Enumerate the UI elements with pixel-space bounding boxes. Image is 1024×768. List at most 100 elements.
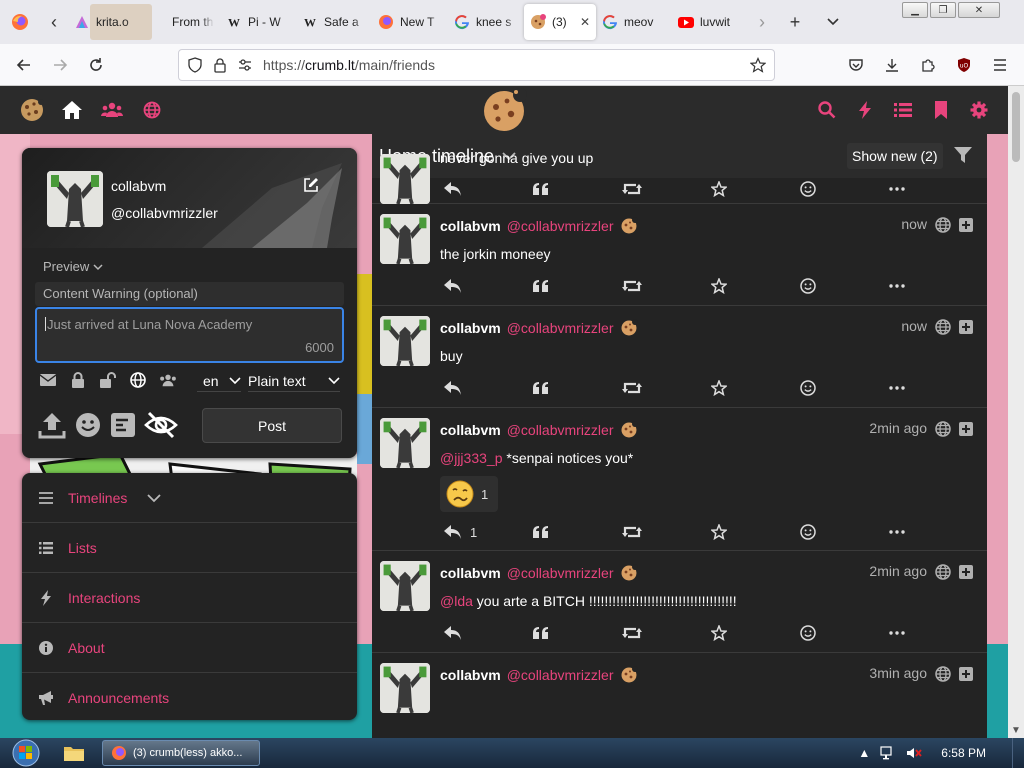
users-icon[interactable]: [92, 86, 132, 134]
quote-button[interactable]: [533, 183, 622, 195]
post-button[interactable]: Post: [202, 408, 342, 443]
reply-button[interactable]: [444, 182, 533, 196]
browser-tab[interactable]: W Pi - W: [220, 4, 296, 40]
browser-tab[interactable]: knee s: [448, 4, 524, 40]
status-avatar[interactable]: [380, 214, 430, 264]
status-avatar[interactable]: [380, 316, 430, 366]
globe-icon[interactable]: [132, 86, 172, 134]
browser-tab[interactable]: From the: [144, 4, 220, 40]
status-item[interactable]: collabvm @collabvmrizzler 2min ago @jjj333_…: [372, 408, 987, 551]
browser-tab[interactable]: New T: [372, 4, 448, 40]
tabs-scroll-right-button[interactable]: ›: [748, 0, 776, 44]
reply-button[interactable]: [444, 626, 533, 640]
minimize-button[interactable]: ▁: [902, 2, 928, 18]
bookmark-star-icon[interactable]: [750, 57, 766, 73]
favorite-button[interactable]: [711, 524, 800, 540]
expand-plus-icon[interactable]: [959, 320, 973, 334]
url-text[interactable]: https://crumb.lt/main/friends: [263, 57, 740, 73]
more-options-button[interactable]: [889, 187, 919, 191]
tray-expand-icon[interactable]: ▲: [858, 746, 870, 760]
status-avatar[interactable]: [380, 561, 430, 611]
favorite-button[interactable]: [711, 278, 800, 294]
home-icon[interactable]: [52, 86, 92, 134]
globe-icon[interactable]: [129, 372, 147, 388]
browser-tab[interactable]: luvwit: [672, 4, 748, 40]
status-timestamp[interactable]: 2min ago: [869, 563, 927, 579]
expand-plus-icon[interactable]: [959, 667, 973, 681]
user-avatar[interactable]: [47, 171, 103, 227]
language-select[interactable]: en: [197, 370, 241, 392]
page-scrollbar[interactable]: ▼: [1008, 86, 1024, 738]
browser-tab[interactable]: W Safe a: [296, 4, 372, 40]
browser-tab[interactable]: krita.o: [68, 4, 144, 40]
more-options-button[interactable]: [889, 631, 919, 635]
volume-muted-icon[interactable]: [906, 746, 922, 760]
site-logo-cookie-icon[interactable]: [480, 87, 528, 133]
chevron-down-icon[interactable]: [147, 493, 162, 503]
status-timestamp[interactable]: now: [901, 318, 927, 334]
downloads-icon[interactable]: [874, 44, 910, 86]
status-item[interactable]: collabvm @collabvmrizzler now buy: [372, 306, 987, 408]
file-explorer-taskbar-icon[interactable]: [52, 740, 96, 766]
status-author[interactable]: collabvm @collabvmrizzler: [440, 563, 638, 581]
forward-button[interactable]: [42, 44, 78, 86]
nav-item-timelines[interactable]: Timelines: [22, 473, 357, 523]
status-text-input[interactable]: Just arrived at Luna Nova Academy 6000: [35, 307, 344, 363]
status-avatar[interactable]: [380, 663, 430, 713]
status-author[interactable]: collabvm @collabvmrizzler: [440, 665, 638, 683]
system-clock[interactable]: 6:58 PM: [941, 746, 986, 760]
quote-button[interactable]: [533, 382, 622, 394]
status-author-handle[interactable]: @collabvmrizzler: [507, 565, 614, 581]
tabs-scroll-left-button[interactable]: ‹: [40, 0, 68, 44]
more-options-button[interactable]: [889, 284, 919, 288]
boost-button[interactable]: [622, 182, 711, 196]
permissions-icon[interactable]: [237, 57, 253, 73]
quote-button[interactable]: [533, 280, 622, 292]
expand-plus-icon[interactable]: [959, 218, 973, 232]
status-author-handle[interactable]: @collabvmrizzler: [507, 218, 614, 234]
new-tab-button[interactable]: +: [776, 12, 814, 33]
hamburger-menu-icon[interactable]: [982, 44, 1018, 86]
status-item[interactable]: never gonna give you up: [372, 134, 987, 204]
scroll-down-arrow-icon[interactable]: ▼: [1011, 725, 1021, 736]
react-button[interactable]: [800, 380, 889, 396]
status-author[interactable]: collabvm @collabvmrizzler: [440, 420, 638, 438]
address-bar[interactable]: https://crumb.lt/main/friends: [178, 49, 775, 81]
quote-button[interactable]: [533, 526, 622, 538]
close-tab-icon[interactable]: ✕: [580, 15, 590, 29]
nav-item-interactions[interactable]: Interactions: [22, 573, 357, 623]
browser-tab[interactable]: (3) ✕: [524, 4, 596, 40]
react-button[interactable]: [800, 278, 889, 294]
emoji-reaction-button[interactable]: 1: [440, 476, 498, 512]
reply-button[interactable]: [444, 279, 533, 293]
restore-button[interactable]: ❐: [930, 2, 956, 18]
nav-item-about[interactable]: About: [22, 623, 357, 673]
reply-button[interactable]: [444, 381, 533, 395]
status-author[interactable]: collabvm @collabvmrizzler: [440, 216, 638, 234]
status-item[interactable]: collabvm @collabvmrizzler 2min ago @lda you…: [372, 551, 987, 653]
edit-profile-icon[interactable]: [303, 177, 319, 193]
poll-icon[interactable]: [110, 412, 136, 438]
boost-button[interactable]: [622, 626, 711, 640]
site-cookie-icon[interactable]: [12, 86, 52, 134]
ublock-icon[interactable]: uO: [946, 44, 982, 86]
status-item[interactable]: collabvm @collabvmrizzler now the jorkin mo…: [372, 204, 987, 306]
envelope-icon[interactable]: [39, 374, 57, 386]
users-icon[interactable]: [159, 373, 177, 387]
status-mention[interactable]: @lda: [440, 593, 473, 609]
favorite-button[interactable]: [711, 625, 800, 641]
unlock-icon[interactable]: [99, 372, 117, 388]
favorite-button[interactable]: [711, 181, 800, 197]
scrollbar-thumb[interactable]: [1012, 92, 1020, 162]
list-all-tabs-button[interactable]: [814, 17, 852, 27]
status-author-handle[interactable]: @collabvmrizzler: [507, 320, 614, 336]
reply-button[interactable]: 1: [444, 525, 533, 540]
start-button[interactable]: [0, 738, 52, 768]
react-button[interactable]: [800, 181, 889, 197]
network-icon[interactable]: [880, 746, 896, 760]
expand-plus-icon[interactable]: [959, 565, 973, 579]
firefox-taskbar-button[interactable]: (3) crumb(less) akko...: [102, 740, 260, 766]
status-timestamp[interactable]: now: [901, 216, 927, 232]
settings-gear-icon[interactable]: [960, 86, 998, 134]
lock-icon[interactable]: [69, 372, 87, 388]
